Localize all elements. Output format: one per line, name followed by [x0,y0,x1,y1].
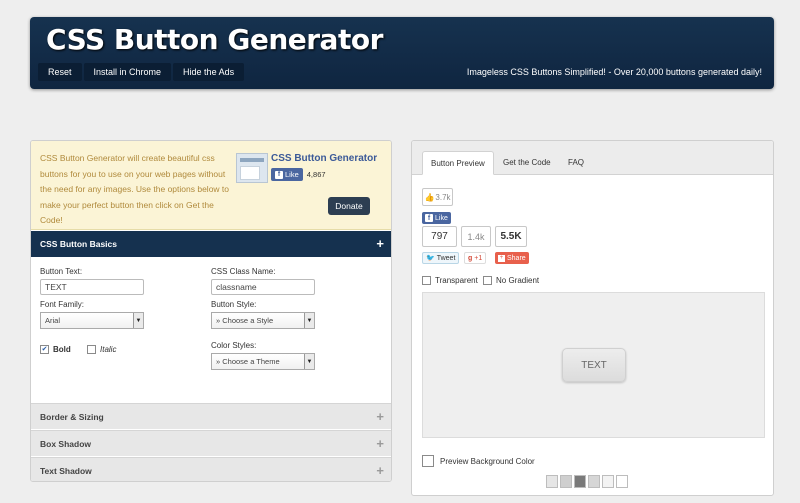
nav-install-chrome[interactable]: Install in Chrome [83,63,172,81]
color-styles-select[interactable]: » Choose a Theme ▼ [211,353,315,370]
button-style-select[interactable]: » Choose a Style ▼ [211,312,315,329]
chevron-down-icon: ▼ [304,313,314,328]
section-box-shadow-header[interactable]: Box Shadow + [31,430,391,456]
facebook-icon: f [425,214,433,222]
settings-panel: CSS Button Generator will create beautif… [30,140,392,482]
transparent-checkbox[interactable]: Transparent [422,276,478,285]
share-icon: + [498,254,505,262]
section-border-header[interactable]: Border & Sizing + [31,403,391,429]
transparent-label: Transparent [435,276,478,285]
fb-like-label: Like [285,170,299,179]
section-text-shadow-header[interactable]: Text Shadow + [31,457,391,481]
button-text-input[interactable]: TEXT [40,279,144,295]
button-style-value: » Choose a Style [216,316,274,325]
gplus-count-box: 1.4k [461,226,491,247]
section-box-shadow-title: Box Shadow [40,438,92,449]
intro-text: CSS Button Generator will create beautif… [40,153,230,225]
color-swatch-5[interactable] [616,475,628,488]
donate-button[interactable]: Donate [328,197,370,215]
header-tagline: Imageless CSS Buttons Simplified! - Over… [466,67,762,77]
section-text-shadow-title: Text Shadow [40,465,92,476]
plus-icon: + [376,436,384,451]
share-button[interactable]: + Share [495,252,529,264]
no-gradient-checkbox[interactable]: No Gradient [483,276,539,285]
background-swatches [546,475,628,488]
header-nav: Reset Install in Chrome Hide the Ads [38,63,245,81]
color-swatch-2[interactable] [574,475,586,488]
gplus-icon: g [468,254,473,262]
intro-box: CSS Button Generator will create beautif… [31,141,391,230]
fb-like-button[interactable]: f Like [271,168,303,181]
preview-tabs: Button Preview Get the Code FAQ [412,141,773,175]
section-border-title: Border & Sizing [40,411,104,422]
thumbs-up-count-box[interactable]: 👍 3.7k [422,188,453,206]
preview-bg-color-label: Preview Background Color [440,456,535,466]
gplus-button[interactable]: g +1 [464,252,487,264]
chevron-down-icon: ▼ [304,354,314,369]
class-name-input[interactable]: classname [211,279,315,295]
tweet-label: Tweet [436,254,456,262]
thumbs-up-count: 3.7k [435,192,451,202]
button-text-label: Button Text: [40,267,83,276]
button-style-label: Button Style: [211,300,257,309]
plus-icon: + [376,409,384,424]
section-basics-header[interactable]: CSS Button Basics + [31,231,391,257]
chevron-down-icon: ▼ [133,313,143,328]
fb-like-widget: f Like 4,867 [271,168,326,181]
color-styles-label: Color Styles: [211,341,257,350]
tweet-button[interactable]: 🐦 Tweet [422,252,460,264]
fb-like-count: 4,867 [306,170,326,179]
button-preview-area: TEXT [422,292,765,438]
plus-icon: + [376,236,384,251]
tab-get-code[interactable]: Get the Code [495,151,559,175]
class-name-label: CSS Class Name: [211,267,276,276]
nav-hide-ads[interactable]: Hide the Ads [173,63,245,81]
color-picker-box[interactable] [422,455,434,467]
checkbox-empty [422,276,431,285]
thumbs-up-icon: 👍 [424,192,435,202]
nav-reset[interactable]: Reset [38,63,82,81]
bold-checkbox[interactable]: ✔ Bold [40,345,71,354]
font-family-label: Font Family: [40,300,85,309]
twitter-icon: 🐦 [426,255,435,262]
preview-bg-color-option[interactable]: Preview Background Color [422,455,535,467]
italic-checkbox[interactable]: Italic [87,345,116,354]
color-swatch-4[interactable] [602,475,614,488]
checkbox-empty [483,276,492,285]
checkmark-icon: ✔ [40,345,49,354]
plus-icon: + [376,463,384,478]
italic-label: Italic [100,345,117,354]
tweet-count-box: 797 [422,226,457,247]
fb-like-small-label: Like [435,214,448,222]
page-thumbnail[interactable] [236,153,268,183]
color-swatch-1[interactable] [560,475,572,488]
font-family-select[interactable]: Arial ▼ [40,312,144,329]
fb-like-small-button[interactable]: f Like [422,212,451,224]
bold-label: Bold [53,345,71,354]
section-basics-title: CSS Button Basics [40,239,117,249]
color-styles-value: » Choose a Theme [216,357,280,366]
preview-panel: Button Preview Get the Code FAQ 👍 3.7k f… [411,140,774,496]
site-title: CSS Button Generator [46,23,383,56]
color-swatch-3[interactable] [588,475,600,488]
font-family-value: Arial [45,316,61,325]
share-count-box: 5.5K [495,226,527,247]
no-gradient-label: No Gradient [496,276,540,285]
color-swatch-0[interactable] [546,475,558,488]
site-header: CSS Button Generator Reset Install in Ch… [30,17,774,89]
checkbox-empty [87,345,96,354]
gplus-label: +1 [474,254,483,262]
tab-faq[interactable]: FAQ [560,151,592,175]
share-label: Share [507,254,526,262]
preview-button[interactable]: TEXT [562,348,626,382]
fb-page-name[interactable]: CSS Button Generator [271,153,377,164]
facebook-icon: f [275,170,283,179]
tab-button-preview[interactable]: Button Preview [422,151,494,175]
